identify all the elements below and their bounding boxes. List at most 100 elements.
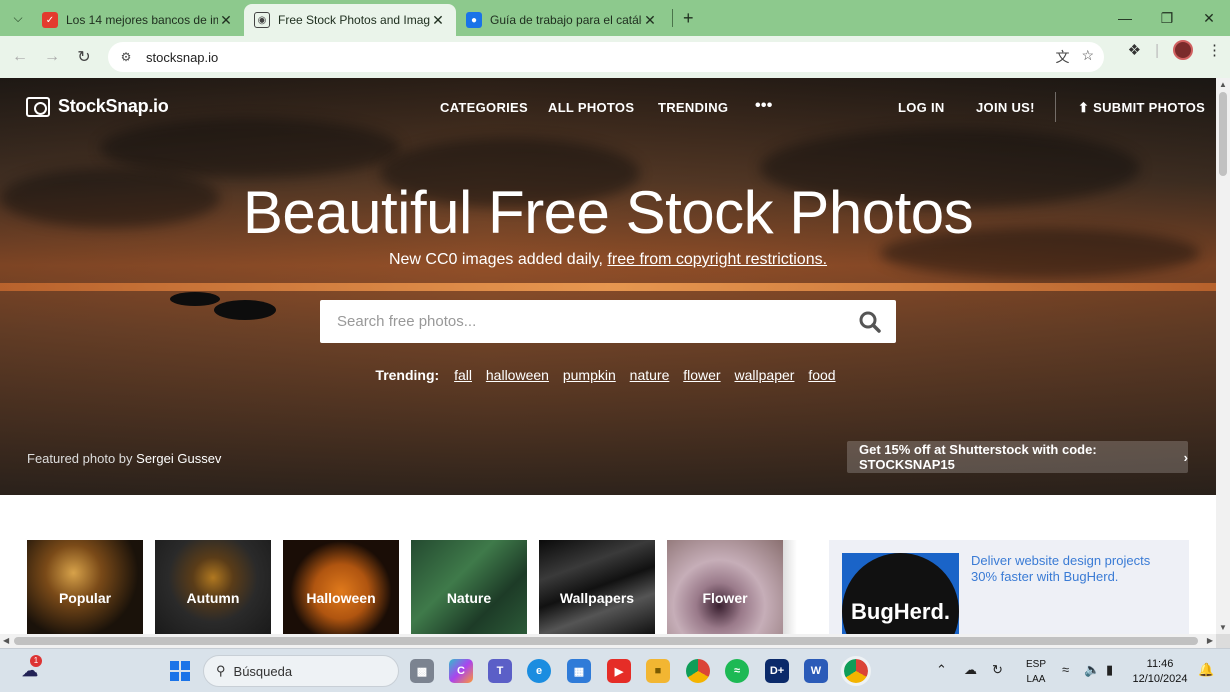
favicon-icon: ✓	[42, 12, 58, 28]
toolbar-divider: |	[1155, 41, 1159, 59]
window-controls: — ❐ ✕	[1104, 0, 1230, 36]
reload-icon[interactable]: ↻	[68, 41, 100, 73]
youtube-icon[interactable]: ▶	[607, 659, 631, 683]
word-icon[interactable]: W	[804, 659, 828, 683]
browser-tab-2-active[interactable]: ◉ Free Stock Photos and Images - ✕	[244, 4, 456, 36]
rock-shape	[170, 292, 220, 306]
site-settings-icon[interactable]: ⚙	[116, 47, 136, 67]
shutterstock-promo-button[interactable]: Get 15% off at Shutterstock with code: S…	[847, 441, 1188, 473]
search-icon: ⚲	[216, 663, 226, 678]
back-arrow-icon[interactable]: ←	[4, 41, 36, 73]
clock-date: 12/10/2024	[1132, 673, 1188, 685]
scroll-right-icon[interactable]: ▶	[1207, 636, 1213, 645]
sync-icon[interactable]: ↻	[992, 662, 1003, 678]
category-autumn[interactable]: Autumn	[155, 540, 271, 634]
category-halloween[interactable]: Halloween	[283, 540, 399, 634]
scroll-up-icon[interactable]: ▲	[1219, 80, 1227, 89]
task-view-icon[interactable]: ▩	[410, 659, 434, 683]
input-language[interactable]: ESP LAA	[1022, 657, 1050, 687]
browser-tab-3[interactable]: ● Guía de trabajo para el catálog ✕	[456, 4, 668, 36]
spotify-icon[interactable]: ≈	[725, 659, 749, 683]
nav-categories[interactable]: CATEGORIES	[440, 100, 528, 115]
trending-tag[interactable]: nature	[630, 367, 670, 383]
trending-tag[interactable]: pumpkin	[563, 367, 616, 383]
category-flower[interactable]: Flower	[667, 540, 783, 634]
sponsored-ad[interactable]: BugHerd. Deliver website design projects…	[829, 540, 1189, 634]
battery-icon[interactable]: ▮	[1106, 662, 1113, 678]
file-explorer-icon[interactable]: ■	[646, 659, 670, 683]
horizontal-scroll-thumb[interactable]	[14, 637, 1198, 645]
address-bar[interactable]: ⚙ stocksnap.io 文 ☆	[108, 42, 1104, 72]
featured-author-link[interactable]: Sergei Gussev	[136, 451, 221, 466]
taskbar-search[interactable]: ⚲ Búsqueda	[203, 655, 399, 687]
profile-avatar[interactable]	[1173, 40, 1193, 60]
teams-icon[interactable]: T	[488, 659, 512, 683]
copilot-icon[interactable]: C	[449, 659, 473, 683]
nav-all-photos[interactable]: ALL PHOTOS	[548, 100, 634, 115]
category-label: Autumn	[186, 590, 240, 606]
minimize-icon[interactable]: —	[1104, 0, 1146, 36]
ad-headline-link[interactable]: Deliver website design projects 30% fast…	[971, 553, 1171, 585]
scroll-down-icon[interactable]: ▼	[1219, 623, 1227, 632]
tab-title: Guía de trabajo para el catálog	[490, 13, 642, 27]
new-tab-plus-icon[interactable]: +	[683, 8, 694, 29]
url-text[interactable]: stocksnap.io	[146, 50, 218, 65]
category-popular[interactable]: Popular	[27, 540, 143, 634]
vertical-scroll-thumb[interactable]	[1219, 92, 1227, 176]
trending-tag[interactable]: fall	[454, 367, 472, 383]
favicon-icon: ●	[466, 12, 482, 28]
disney-plus-icon[interactable]: D+	[765, 659, 789, 683]
edge-icon[interactable]: e	[527, 659, 551, 683]
subline-text: New CC0 images added daily,	[388, 251, 603, 268]
bugherd-ad-image[interactable]: BugHerd.	[842, 553, 959, 634]
close-window-icon[interactable]: ✕	[1188, 0, 1230, 36]
system-clock[interactable]: 11:46 12/10/2024	[1128, 657, 1192, 687]
trending-tag[interactable]: food	[808, 367, 835, 383]
close-tab-icon[interactable]: ✕	[642, 12, 658, 29]
tray-chevron-icon[interactable]: ⌃	[936, 662, 947, 678]
volume-icon[interactable]: 🔈	[1084, 662, 1100, 678]
translate-icon[interactable]: 文	[1055, 47, 1069, 67]
photo-search-box	[320, 300, 896, 343]
category-nature[interactable]: Nature	[411, 540, 527, 634]
browser-menu-icon[interactable]: ⋮	[1207, 41, 1222, 59]
stocksnap-logo[interactable]: StockSnap.io	[26, 96, 169, 117]
wifi-icon[interactable]: ≈	[1062, 662, 1069, 677]
nav-more-icon[interactable]: •••	[755, 97, 773, 115]
scroll-left-icon[interactable]: ◀	[3, 636, 9, 645]
tab-title: Los 14 mejores bancos de imág	[66, 13, 218, 27]
nav-submit-photos[interactable]: ⬆ SUBMIT PHOTOS	[1078, 100, 1205, 116]
logo-text: StockSnap.io	[58, 96, 169, 116]
close-tab-icon[interactable]: ✕	[218, 12, 234, 29]
search-input[interactable]	[320, 300, 844, 343]
search-icon[interactable]	[844, 311, 896, 333]
notification-bell-icon[interactable]: 🔔	[1198, 662, 1214, 678]
tab-search-chevron-icon[interactable]: ⌵	[4, 4, 32, 32]
browser-tab-1[interactable]: ✓ Los 14 mejores bancos de imág ✕	[32, 4, 244, 36]
chrome-icon[interactable]	[686, 659, 710, 683]
onedrive-icon[interactable]: ☁	[964, 662, 977, 678]
nav-join[interactable]: JOIN US!	[976, 100, 1035, 115]
hero-section: StockSnap.io CATEGORIES ALL PHOTOS TREND…	[0, 78, 1216, 495]
hero-headline: Beautiful Free Stock Photos	[242, 179, 974, 246]
nav-login[interactable]: LOG IN	[898, 100, 945, 115]
windows-start-icon[interactable]	[168, 659, 192, 683]
bookmark-star-icon[interactable]: ☆	[1081, 47, 1094, 67]
trending-tag[interactable]: flower	[683, 367, 720, 383]
trending-tag[interactable]: wallpaper	[735, 367, 795, 383]
category-wallpapers[interactable]: Wallpapers	[539, 540, 655, 634]
horizontal-scrollbar[interactable]: ◀ ▶	[0, 634, 1216, 648]
maximize-icon[interactable]: ❐	[1146, 0, 1188, 36]
chrome-profile-icon[interactable]	[841, 656, 871, 686]
trending-tag[interactable]: halloween	[486, 367, 549, 383]
close-tab-icon[interactable]: ✕	[430, 12, 446, 29]
store-icon[interactable]: ▦	[567, 659, 591, 683]
extensions-puzzle-icon[interactable]: ❖	[1128, 41, 1141, 59]
page-viewport: StockSnap.io CATEGORIES ALL PHOTOS TREND…	[0, 78, 1216, 634]
nav-trending[interactable]: TRENDING	[658, 100, 728, 115]
vertical-scrollbar[interactable]: ▲ ▼	[1216, 78, 1230, 634]
carousel-fade	[783, 540, 797, 634]
copyright-link[interactable]: free from copyright restrictions.	[607, 251, 827, 268]
category-label: Halloween	[306, 590, 376, 606]
forward-arrow-icon[interactable]: →	[36, 41, 68, 73]
